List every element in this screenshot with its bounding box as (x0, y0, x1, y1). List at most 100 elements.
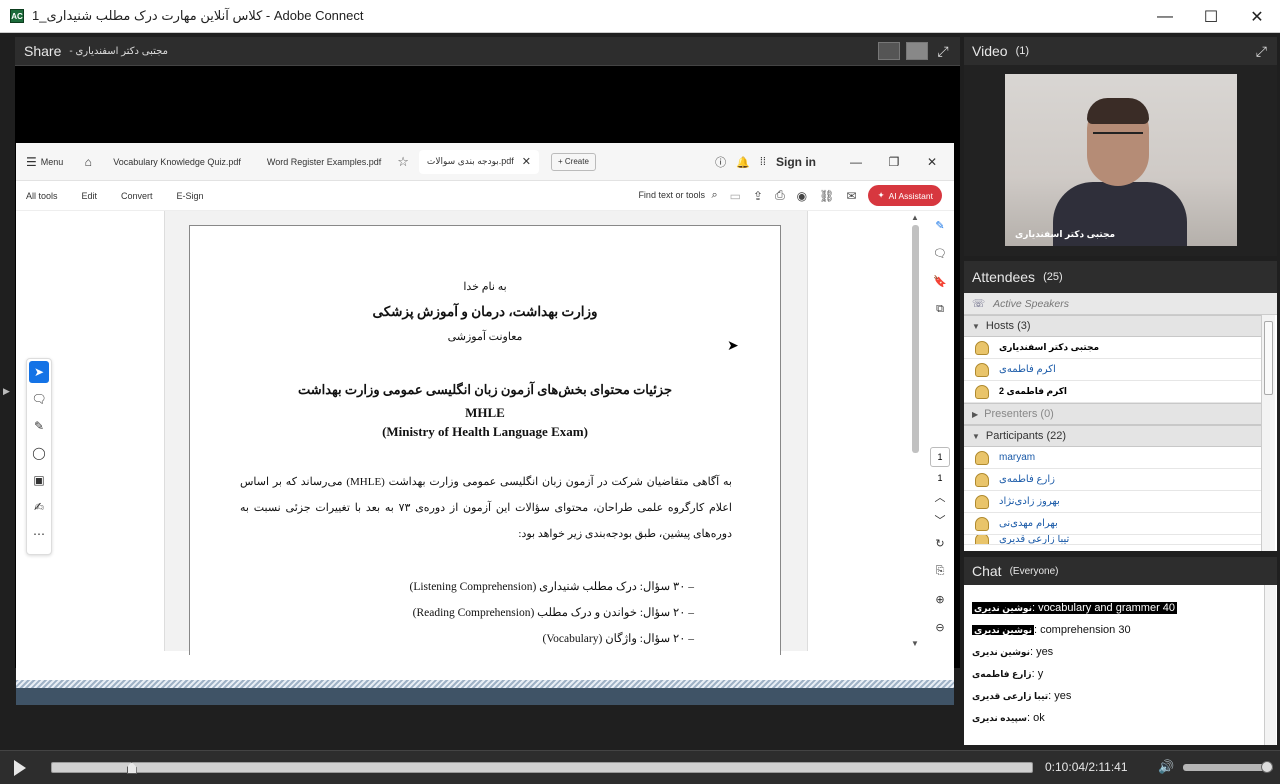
attendee-name: اکرم فاطمه‌ی (999, 364, 1056, 375)
acrobat-minimize-button[interactable]: — (842, 155, 870, 169)
esign-button[interactable]: E-Sign (177, 191, 204, 201)
page-number-input[interactable]: 1 (930, 447, 950, 467)
adobe-connect-icon: AC (10, 9, 24, 23)
playback-time: 0:10:04/2:11:41 (1045, 760, 1128, 774)
extract-icon[interactable]: ⎘ (926, 557, 954, 585)
share-presenter-name: - مجتبی دکتر اسفندیاری (69, 45, 168, 57)
acrobat-tabbar: ☰ Menu ⌂ Vocabulary Knowledge Quiz.pdf W… (16, 143, 954, 181)
attendees-scrollbar[interactable] (1261, 315, 1275, 551)
tab-word-register[interactable]: Word Register Examples.pdf (259, 150, 389, 174)
sign-in-button[interactable]: Sign in (776, 155, 816, 169)
upload-icon[interactable]: ⇪ (753, 189, 763, 203)
document-scrollbar[interactable]: ▲ ▼ (911, 211, 921, 651)
presenters-group[interactable]: ▶ Presenters (0) (964, 403, 1261, 425)
attendee-name: بهرام مهدی‌نی (999, 518, 1058, 529)
find-text-field[interactable]: Find text or tools ⌕ (638, 189, 717, 202)
text-box-icon[interactable]: ▣ (27, 466, 51, 493)
participants-group[interactable]: ▼ Participants (22) (964, 425, 1261, 447)
fit-mode-button[interactable] (906, 42, 928, 60)
all-tools-button[interactable]: All tools (26, 191, 58, 201)
convert-button[interactable]: Convert (121, 191, 153, 201)
menu-button[interactable]: ☰ Menu (26, 155, 63, 169)
refresh-icon[interactable]: ↻ (926, 529, 954, 557)
link-icon[interactable]: ⛓ (819, 189, 834, 203)
attendee-row[interactable]: اکرم فاطمه‌ی 2 (964, 381, 1261, 403)
share-user-icon[interactable]: ◉ (797, 189, 807, 203)
chat-sender: زارع فاطمه‌ی (972, 669, 1032, 679)
attendees-scroll-thumb[interactable] (1264, 321, 1273, 395)
attendee-row[interactable]: اکرم فاطمه‌ی (964, 359, 1261, 381)
pen-icon[interactable]: ✎ (27, 412, 51, 439)
attendee-row[interactable]: زارع فاطمه‌ی (964, 469, 1261, 491)
acrobat-close-button[interactable]: ✕ (918, 155, 946, 169)
zoom-in-icon[interactable]: ⊕ (926, 585, 954, 613)
attendee-row[interactable]: بهروز زادی‌نژاد (964, 491, 1261, 513)
attendees-pod: Attendees (25) ☏ Active Speakers ▼ Hosts … (964, 261, 1277, 551)
close-button[interactable]: ✕ (1234, 0, 1280, 33)
save-icon[interactable]: ▭ (730, 189, 741, 203)
view-mode-button[interactable] (878, 42, 900, 60)
chat-pod: Chat (Everyone) نوشین ندیری: vocabulary … (964, 557, 1277, 745)
chat-sender: نوشین ندیری (972, 625, 1034, 635)
lasso-icon[interactable]: ◯ (27, 439, 51, 466)
fullscreen-icon[interactable]: ⤢ (934, 42, 952, 60)
tab-vocabulary-quiz[interactable]: Vocabulary Knowledge Quiz.pdf (105, 150, 249, 174)
attendee-row[interactable]: maryam (964, 447, 1261, 469)
chat-message: نوشین ندیری: yes (972, 646, 1053, 658)
volume-icon[interactable]: 🔊 (1158, 759, 1174, 775)
attendee-row[interactable]: مجتبی دکتر اسفندیاری (964, 337, 1261, 359)
volume-handle[interactable] (1261, 761, 1273, 773)
sign-icon[interactable]: ✍ (27, 493, 51, 520)
minimize-button[interactable]: — (1142, 0, 1188, 33)
page-up-icon[interactable]: ︿ (926, 483, 954, 511)
print-icon[interactable]: ⎙ (775, 188, 785, 203)
participant-user-icon (975, 516, 989, 531)
share-pod-header: Share - مجتبی دکتر اسفندیاری ⤢ (15, 37, 960, 66)
video-fullscreen-icon[interactable]: ⤢ (1256, 43, 1267, 60)
participant-user-icon (975, 472, 989, 487)
bookmark-icon[interactable]: 🔖 (926, 267, 954, 295)
scroll-up-icon[interactable]: ▲ (911, 213, 919, 222)
video-pod-header: Video (1) ⤢ (964, 37, 1277, 65)
tab-close-icon[interactable]: ✕ (522, 155, 531, 168)
home-icon[interactable]: ⌂ (81, 155, 95, 169)
chat-message: زارع فاطمه‌ی: y (972, 668, 1043, 680)
chat-scrollbar[interactable] (1264, 585, 1276, 745)
bell-icon[interactable]: 🔔 (736, 156, 750, 169)
ai-assistant-button[interactable]: ✦ AI Assistant (868, 185, 942, 206)
comments-panel-icon[interactable]: 🗨 (926, 239, 954, 267)
select-cursor-icon[interactable]: ➤ (29, 361, 49, 383)
deputy-text: معاونت آموزشی (447, 331, 523, 343)
volume-slider[interactable] (1183, 761, 1273, 773)
apps-grid-icon[interactable]: ⁞⁞ (760, 156, 766, 168)
create-button[interactable]: + Create (551, 152, 596, 171)
edit-pdf-icon[interactable]: ✎ (926, 211, 954, 239)
webcam-caption: مجتبی دکتر اسفندیاری (1015, 229, 1116, 239)
zoom-out-icon[interactable]: ⊖ (926, 613, 954, 641)
attendee-row[interactable]: بهرام مهدی‌نی (964, 513, 1261, 535)
expanded-triangle-icon: ▼ (972, 321, 980, 331)
tab-budget-questions[interactable]: بودجه بندی سوالات.pdf ✕ (418, 149, 539, 174)
comment-icon[interactable]: 🗨 (27, 385, 51, 412)
pages-icon[interactable]: ⧉ (926, 295, 954, 323)
ai-assistant-label: AI Assistant (888, 190, 933, 201)
playhead-handle[interactable] (126, 762, 137, 774)
page-total: 1 (937, 473, 943, 483)
acrobat-window: ☰ Menu ⌂ Vocabulary Knowledge Quiz.pdf W… (16, 143, 954, 680)
play-icon[interactable] (14, 759, 26, 776)
help-icon[interactable]: ⓘ (715, 154, 726, 170)
playback-timeline[interactable] (51, 762, 1033, 774)
more-tools-icon[interactable]: ⋯ (27, 520, 51, 547)
maximize-button[interactable]: ☐ (1188, 0, 1234, 33)
collapse-arrow-icon[interactable]: ▶ (3, 386, 10, 397)
scroll-down-icon[interactable]: ▼ (911, 639, 919, 648)
attendee-row[interactable]: تیبا زارعی قدیری (964, 535, 1261, 545)
star-icon[interactable]: ☆ (397, 154, 409, 170)
edit-button[interactable]: Edit (82, 191, 98, 201)
hosts-group[interactable]: ▼ Hosts (3) (964, 315, 1261, 337)
scroll-thumb[interactable] (912, 225, 919, 453)
page-down-icon[interactable]: ﹀ (926, 511, 954, 529)
email-icon[interactable]: ✉ (846, 189, 856, 203)
chat-message: نوشین ندیری: comprehension 30 (972, 624, 1131, 636)
acrobat-restore-button[interactable]: ❐ (880, 155, 908, 169)
